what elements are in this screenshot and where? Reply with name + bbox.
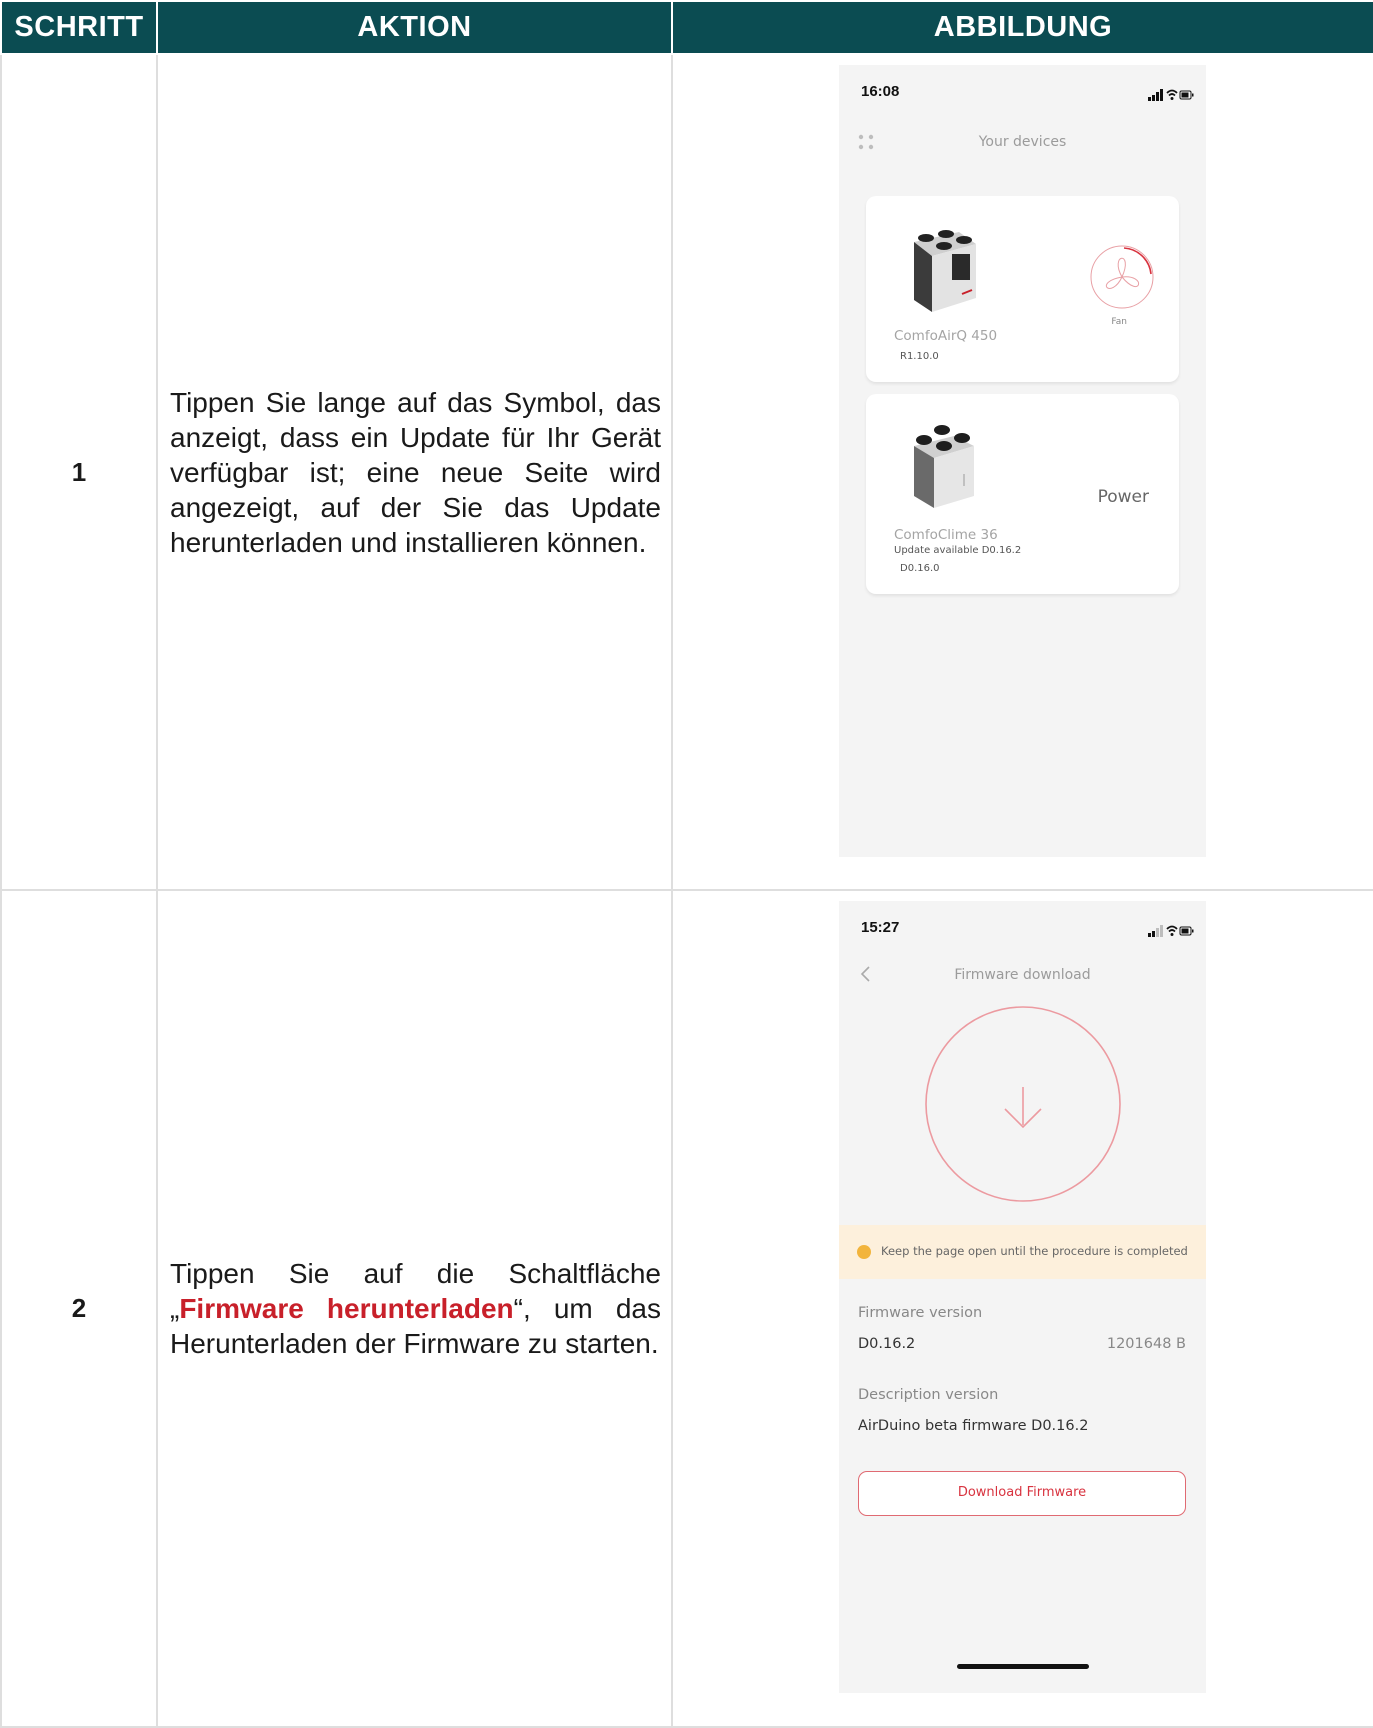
screen-title: Your devices	[978, 134, 1067, 150]
download-circle-icon[interactable]	[924, 1005, 1122, 1207]
firmware-version-value: D0.16.2	[858, 1336, 916, 1352]
status-time: 15:27	[861, 919, 900, 936]
device-card-comfoairq[interactable]: Fan ComfoAirQ 450 R1.10.0	[866, 196, 1179, 382]
phone-screenshot-devices: 16:08 Your devices Fan ComfoAirQ 450 R1.…	[839, 65, 1206, 857]
warning-dot-icon	[857, 1245, 871, 1259]
signal-wifi-battery-icon	[1148, 89, 1194, 101]
step-number: 2	[0, 889, 158, 1728]
device-card-comfoclime[interactable]: Power ComfoClime 36 Update available D0.…	[866, 394, 1179, 594]
device-status: Fan	[1111, 317, 1127, 327]
step-action-text: Tippen Sie lange auf das Symbol, das anz…	[156, 53, 673, 891]
fan-icon[interactable]	[1089, 244, 1155, 314]
device-version: D0.16.0	[900, 563, 940, 574]
device-name: ComfoClime 36	[894, 527, 998, 543]
status-bar: 16:08	[861, 83, 1194, 101]
status-time: 16:08	[861, 83, 900, 100]
description-version-label: Description version	[858, 1387, 999, 1403]
step-figure: 15:27 Firmware download Keep the page op…	[671, 889, 1373, 1728]
action-text-highlight: Firmware herunterladen	[179, 1293, 514, 1324]
device-image-comfoclime-icon	[906, 412, 982, 514]
notice-text: Keep the page open until the procedure i…	[881, 1244, 1188, 1258]
firmware-size: 1201648 B	[1106, 1336, 1186, 1352]
device-name: ComfoAirQ 450	[894, 328, 998, 344]
download-firmware-button[interactable]: Download Firmware	[858, 1471, 1186, 1516]
phone-screenshot-firmware: 15:27 Firmware download Keep the page op…	[839, 901, 1206, 1693]
header-action: AKTION	[156, 0, 673, 55]
table-row: 1 Tippen Sie lange auf das Symbol, das a…	[0, 53, 1373, 891]
header-figure: ABBILDUNG	[671, 0, 1373, 55]
device-update-available[interactable]: Update available D0.16.2	[894, 545, 1021, 556]
device-image-comfoairq-icon	[904, 214, 984, 318]
system-icons	[1148, 86, 1194, 105]
table-row: 2 Tippen Sie auf die Schaltfläche „Firmw…	[0, 889, 1373, 1728]
device-status: Power	[1097, 487, 1149, 507]
system-icons	[1148, 922, 1194, 941]
step-number: 1	[0, 53, 158, 891]
firmware-version-label: Firmware version	[858, 1305, 983, 1321]
signal-wifi-battery-icon	[1148, 925, 1194, 937]
screen-title: Firmware download	[954, 967, 1091, 983]
table-header-row: SCHRITT AKTION ABBILDUNG	[0, 0, 1373, 55]
step-figure: 16:08 Your devices Fan ComfoAirQ 450 R1.…	[671, 53, 1373, 891]
header-step: SCHRITT	[0, 0, 158, 55]
warning-notice: Keep the page open until the procedure i…	[839, 1225, 1206, 1279]
device-version: R1.10.0	[900, 351, 939, 362]
step-action-text: Tippen Sie auf die Schaltfläche „Firmwar…	[156, 889, 673, 1728]
description-version-value: AirDuino beta firmware D0.16.2	[858, 1418, 1089, 1434]
instruction-table: SCHRITT AKTION ABBILDUNG 1 Tippen Sie la…	[0, 0, 1373, 1728]
home-indicator	[957, 1664, 1089, 1669]
status-bar: 15:27	[861, 919, 1194, 937]
